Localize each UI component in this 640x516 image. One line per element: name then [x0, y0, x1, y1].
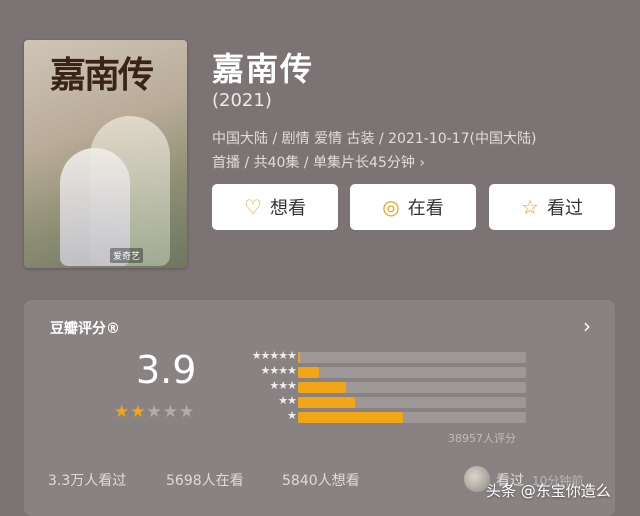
watching-button[interactable]: ◎ 在看 [350, 184, 476, 230]
bar-stars-5: ★★★★★ [251, 349, 297, 362]
movie-meta-line2[interactable]: 首播 / 共40集 / 单集片长45分钟 › [212, 152, 632, 172]
rating-star-icon: ★ [179, 402, 196, 422]
rating-stars: ★★★★★ [114, 402, 195, 422]
bar-fill-1 [298, 412, 403, 423]
watched-label: 看过 [546, 198, 583, 219]
poster-title: 嘉南传 [50, 54, 154, 96]
vote-count[interactable]: 38957人评分 [448, 430, 516, 446]
chevron-right-icon[interactable]: › [583, 314, 591, 338]
bar-fill-5 [298, 352, 301, 363]
bar-stars-4: ★★★★ [260, 364, 297, 377]
watching-label: 在看 [407, 198, 444, 219]
star-icon: ☆ [521, 195, 539, 219]
stat-watching[interactable]: 5698人在看 [166, 470, 244, 490]
bar-stars-1: ★ [287, 409, 297, 422]
bar-fill-3 [298, 382, 346, 393]
want-label: 想看 [269, 198, 306, 219]
watched-button[interactable]: ☆ 看过 [489, 184, 615, 230]
movie-title: 嘉南传 [212, 50, 315, 88]
watermark: 头条 @东宝你造么 [486, 482, 611, 500]
rating-score: 3.9 [136, 348, 197, 392]
rating-star-icon: ★ [146, 402, 163, 422]
bar-row-2: ★★ [232, 394, 528, 409]
movie-meta-line1[interactable]: 中国大陆 / 剧情 爱情 古装 / 2021-10-17(中国大陆) [212, 128, 632, 148]
bar-fill-2 [298, 397, 355, 408]
bar-stars-2: ★★ [278, 394, 297, 407]
poster-logo: 爱奇艺 [110, 248, 144, 263]
bar-stars-3: ★★★ [269, 379, 297, 392]
stat-want[interactable]: 5840人想看 [282, 470, 360, 490]
bar-row-3: ★★★ [232, 379, 528, 394]
movie-year: (2021) [212, 90, 272, 111]
rating-star-icon: ★ [162, 402, 179, 422]
circle-dot-icon: ◎ [382, 195, 400, 219]
rating-title: 豆瓣评分® [50, 321, 120, 337]
bar-row-4: ★★★★ [232, 364, 528, 379]
bar-row-1: ★ [232, 409, 528, 424]
rating-star-icon: ★ [114, 402, 131, 422]
poster-image[interactable]: 嘉南传 爱奇艺 [24, 40, 187, 268]
rating-star-icon: ★ [130, 402, 147, 422]
heart-plus-icon: ♡ [244, 195, 262, 219]
bar-fill-4 [298, 367, 319, 378]
bar-row-5: ★★★★★ [232, 349, 528, 364]
want-to-watch-button[interactable]: ♡ 想看 [212, 184, 338, 230]
stat-watched[interactable]: 3.3万人看过 [48, 470, 126, 490]
